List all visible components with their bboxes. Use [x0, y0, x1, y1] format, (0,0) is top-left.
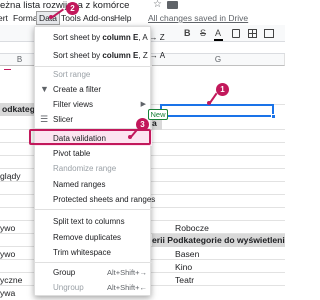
named-ranges[interactable]: Named ranges — [35, 177, 152, 192]
menu-divider — [35, 262, 152, 263]
menu-help[interactable]: Help — [114, 11, 131, 25]
menu-insert[interactable]: ert — [0, 11, 8, 25]
protected-sheets-label: Protected sheets and ranges — [53, 195, 156, 204]
filter-views-label: Filter views — [53, 100, 94, 109]
strikethrough-button[interactable]: S — [200, 28, 206, 38]
group-label: Group — [53, 268, 76, 277]
spreadsheet-window: eżna lista rozwijana z komórce ☆ ert For… — [0, 0, 285, 300]
menu-bar: ert Format Data Tools Add-ons Help All c… — [0, 11, 285, 25]
group-shortcut: Alt+Shift+→ — [106, 268, 147, 277]
step-2-dot — [49, 15, 53, 19]
split-text-to-columns[interactable]: Split text to columns — [35, 214, 152, 229]
randomize-range[interactable]: Randomize range — [35, 161, 152, 176]
cell-right[interactable]: Kino — [175, 261, 192, 273]
cell-right[interactable]: Basen — [175, 248, 199, 260]
slicer-icon: ☰ — [40, 114, 49, 124]
step-2-marker: 2 — [66, 2, 79, 15]
step-3-marker: 3 — [136, 118, 149, 131]
menu-add-ons[interactable]: Add-ons — [83, 11, 115, 25]
pivot-table[interactable]: Pivot table — [35, 146, 152, 161]
link-underline — [4, 69, 11, 70]
sort-desc-column: column E — [102, 51, 139, 60]
sort-asc-column: column E — [102, 33, 139, 42]
cell-right[interactable]: Teatr — [175, 274, 194, 286]
sort-sheet-asc[interactable]: Sort sheet by column E, A → Z — [35, 30, 165, 45]
protected-sheets[interactable]: Protected sheets and ranges — [35, 192, 156, 207]
text-color-button[interactable]: A — [213, 28, 224, 41]
filter-icon: ▼ — [40, 84, 49, 94]
title-bar: eżna lista rozwijana z komórce ☆ — [0, 0, 285, 11]
step-3-dot — [128, 135, 132, 139]
trim-whitespace-label: Trim whitespace — [53, 248, 111, 257]
folder-icon[interactable] — [167, 1, 178, 9]
data-menu: Sort sheet by column E, A → Z Sort sheet… — [34, 26, 165, 296]
fill-color-icon[interactable] — [232, 29, 240, 38]
sort-asc-prefix: Sort sheet by — [53, 33, 103, 42]
named-ranges-label: Named ranges — [53, 180, 106, 189]
column-header-g[interactable]: G — [152, 54, 285, 66]
save-status[interactable]: All changes saved in Drive — [148, 11, 248, 25]
ungroup[interactable]: Ungroup Alt+Shift+← — [35, 280, 152, 295]
sort-range[interactable]: Sort range — [35, 67, 152, 82]
selected-cell[interactable] — [160, 104, 274, 117]
slicer-label: Slicer — [53, 115, 74, 124]
randomize-range-label: Randomize range — [53, 164, 117, 173]
menu-divider — [35, 209, 152, 210]
fill-handle[interactable] — [271, 114, 276, 119]
cell-right[interactable]: Robocze — [175, 222, 209, 234]
slicer[interactable]: ☰ Slicer — [35, 112, 152, 127]
ungroup-shortcut: Alt+Shift+← — [106, 283, 147, 292]
subcategories-display-header[interactable]: erii Podkategorie do wyświetlenia — [152, 234, 285, 247]
star-icon[interactable]: ☆ — [153, 0, 162, 10]
trim-whitespace[interactable]: Trim whitespace — [35, 245, 152, 260]
sort-desc-prefix: Sort sheet by — [53, 51, 103, 60]
filter-views[interactable]: Filter views ▶ — [35, 97, 152, 112]
bold-button[interactable]: B — [184, 28, 191, 38]
remove-duplicates[interactable]: Remove duplicates — [35, 230, 152, 245]
ungroup-label: Ungroup — [53, 283, 84, 292]
cell-left[interactable]: glądy — [0, 170, 21, 182]
document-title[interactable]: eżna lista rozwijana z komórce — [0, 0, 129, 11]
create-filter-label: Create a filter — [53, 85, 102, 94]
cell-left[interactable]: yczne — [0, 274, 22, 286]
sort-range-label: Sort range — [53, 70, 91, 79]
step-1-marker: 1 — [216, 83, 229, 96]
step-1-dot — [207, 101, 211, 105]
cell-left[interactable]: ywo — [0, 248, 15, 260]
cell-left[interactable]: ywo — [0, 222, 15, 234]
sort-asc-suffix: , A → Z — [138, 33, 165, 42]
cell-left[interactable]: ywa — [0, 287, 15, 299]
sort-sheet-desc[interactable]: Sort sheet by column E, Z → A — [35, 48, 165, 63]
pivot-table-label: Pivot table — [53, 149, 91, 158]
split-text-label: Split text to columns — [53, 217, 125, 226]
group[interactable]: Group Alt+Shift+→ — [35, 265, 152, 280]
sort-desc-suffix: , Z → A — [138, 51, 166, 60]
new-badge: New — [148, 109, 168, 120]
create-filter[interactable]: ▼ Create a filter — [35, 82, 152, 97]
chevron-right-icon: ▶ — [140, 101, 146, 108]
remove-duplicates-label: Remove duplicates — [53, 233, 122, 242]
merge-cells-icon[interactable] — [264, 29, 274, 38]
borders-icon[interactable] — [248, 29, 257, 38]
